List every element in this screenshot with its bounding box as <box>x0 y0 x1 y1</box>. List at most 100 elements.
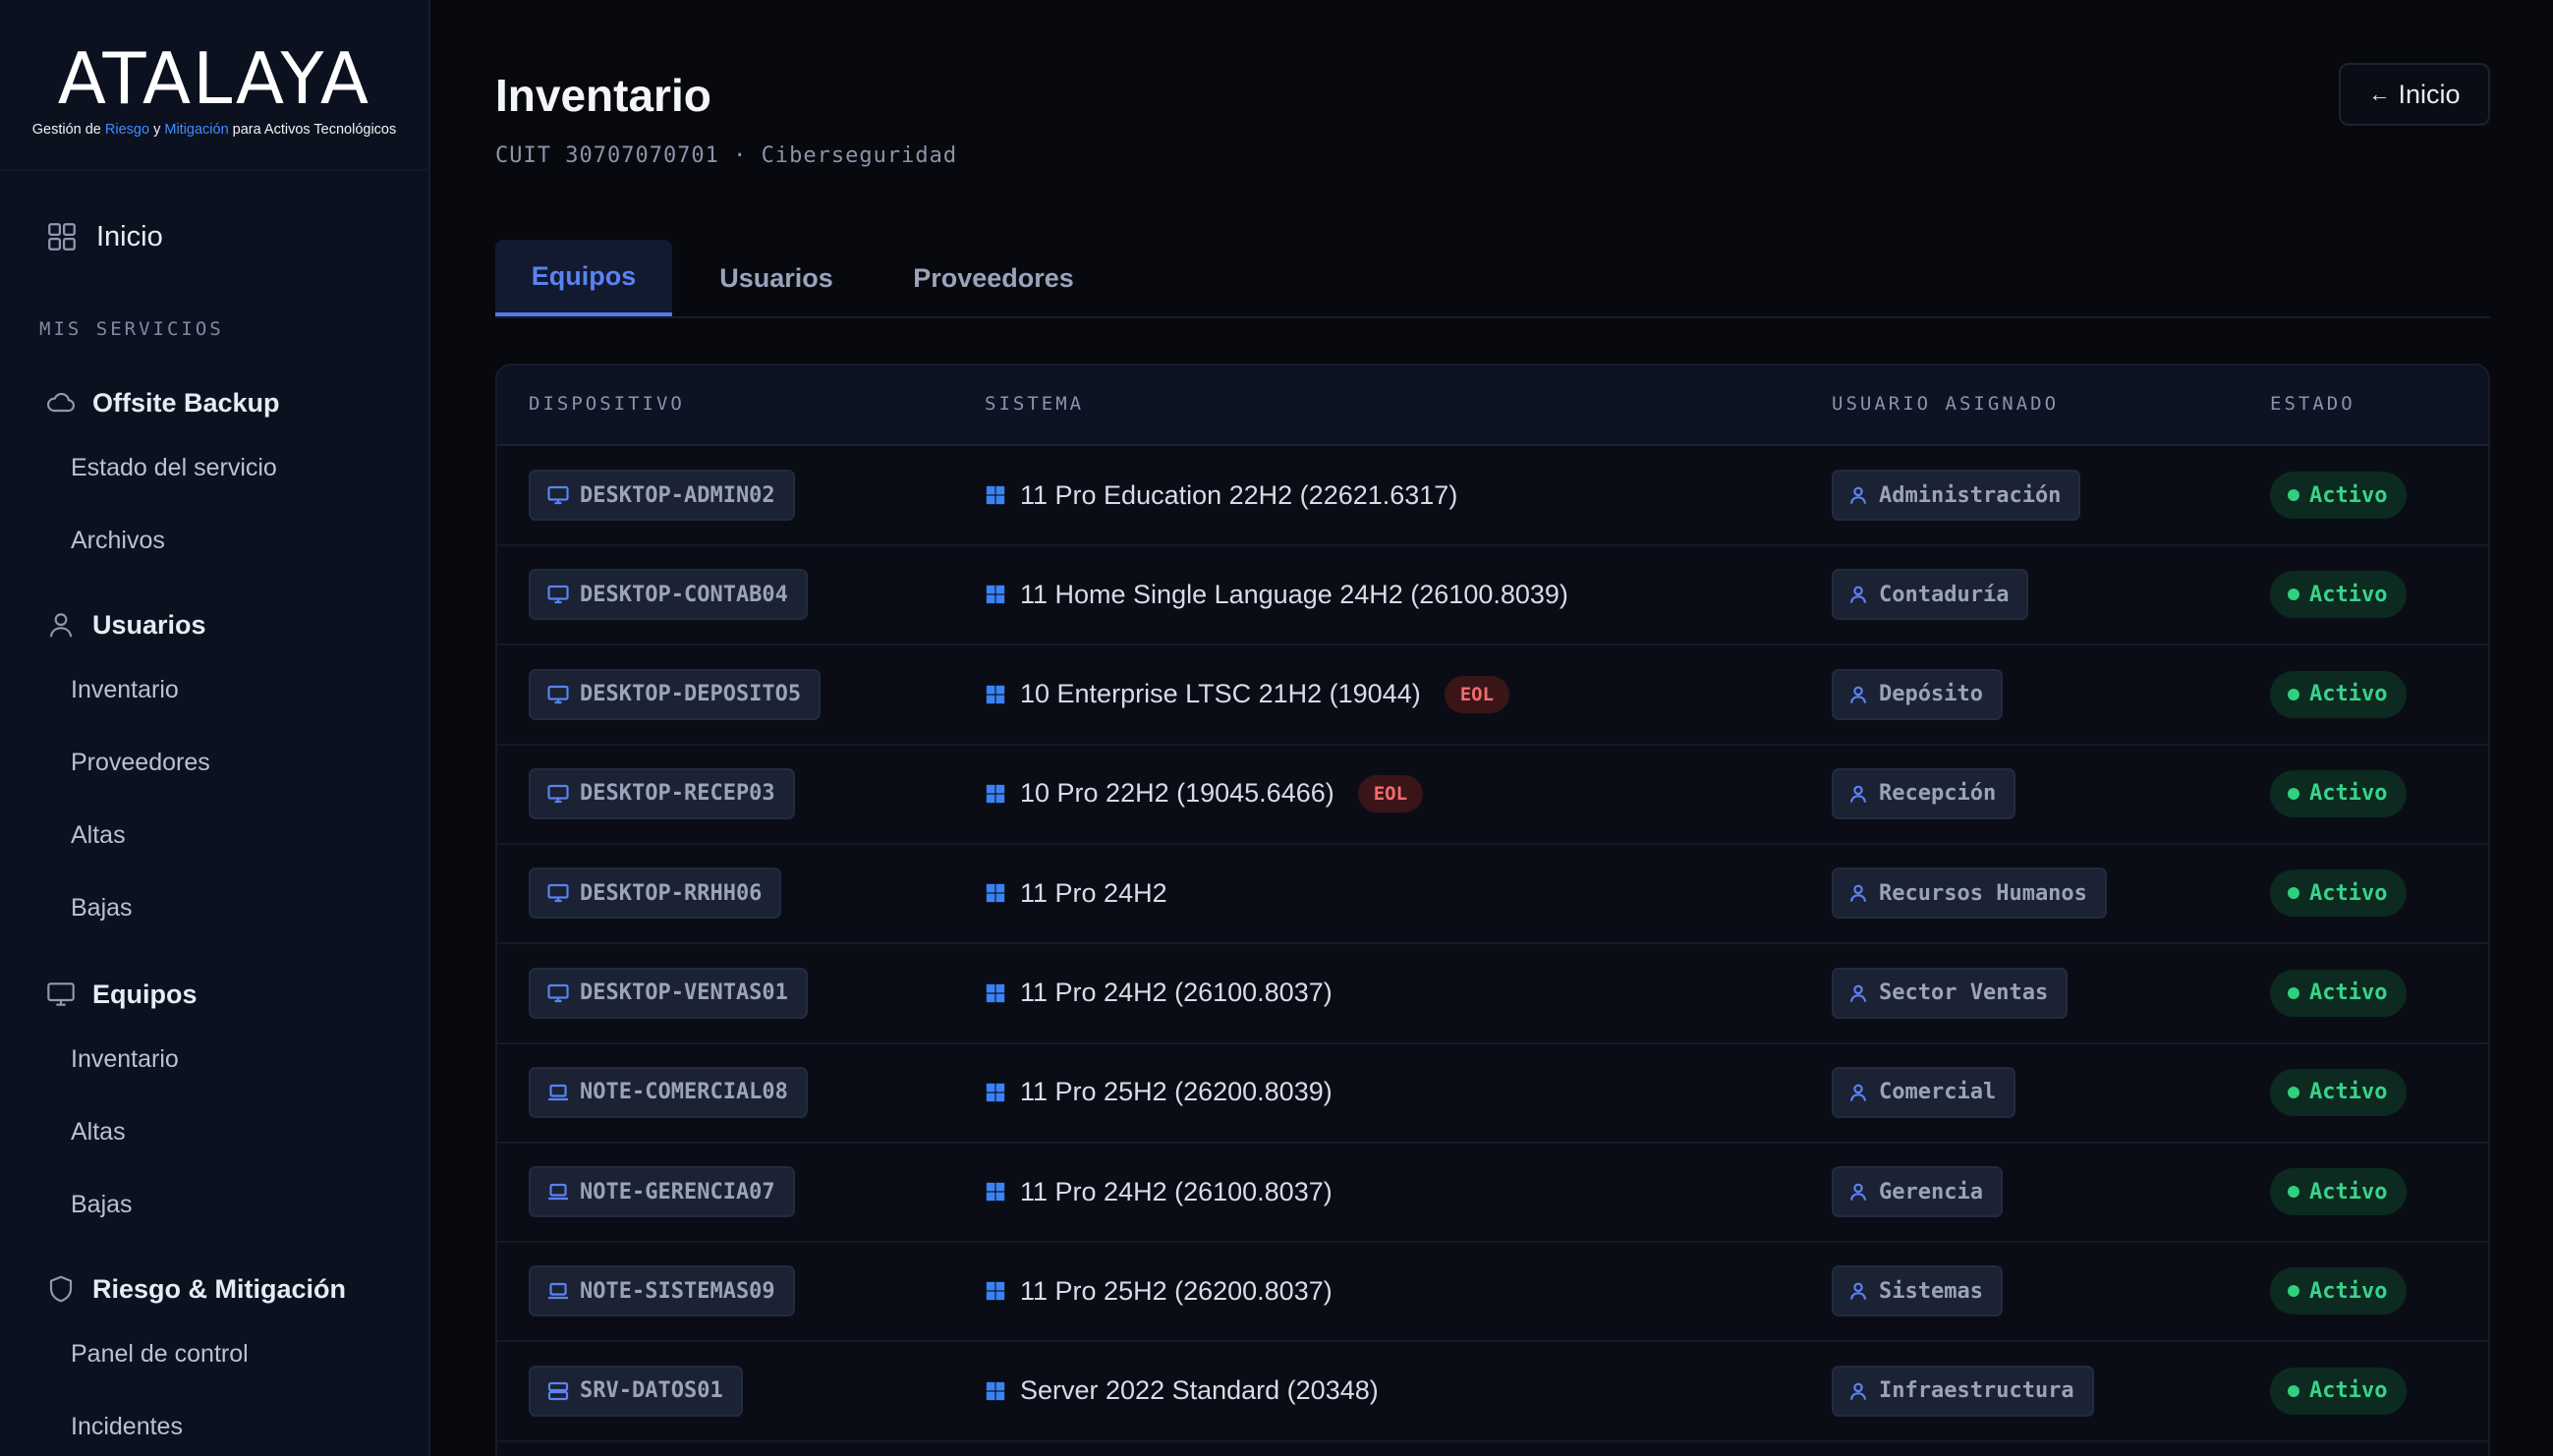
sidebar-item-usuarios-inventario[interactable]: Inventario <box>71 676 179 704</box>
equipment-table: DISPOSITIVO SISTEMA USUARIO ASIGNADO EST… <box>495 364 2490 1456</box>
user-chip[interactable]: Recepción <box>1832 767 2016 819</box>
status-badge: Activo <box>2270 869 2408 918</box>
user-icon <box>1850 785 1866 803</box>
laptop-icon <box>548 1183 568 1201</box>
sidebar-item-archivos[interactable]: Archivos <box>71 527 165 555</box>
brand-tagline: Gestión de Riesgo y Mitigación para Acti… <box>31 122 397 138</box>
user-chip[interactable]: Recursos Humanos <box>1832 868 2107 920</box>
sidebar-item-usuarios-bajas[interactable]: Bajas <box>71 894 133 923</box>
laptop-icon <box>548 1283 568 1300</box>
status-badge: Activo <box>2270 969 2408 1017</box>
table-row[interactable]: NOTE-SISTEMAS09 11 Pro 25H2 (26200.8037) S… <box>497 1242 2488 1343</box>
user-icon <box>1850 686 1866 703</box>
brand-name: ATALAYA <box>57 37 371 120</box>
tab-proveedores[interactable]: Proveedores <box>880 240 1106 316</box>
windows-icon <box>986 884 1005 903</box>
device-chip[interactable]: SRV-DATOS01 <box>529 1365 743 1417</box>
user-icon <box>1850 1282 1866 1301</box>
user-chip[interactable]: Gerencia <box>1832 1166 2003 1218</box>
system-cell: 10 Pro 22H2 (19045.6466) EOL <box>985 745 1424 843</box>
system-cell: 10 Enterprise LTSC 21H2 (19044) EOL <box>985 645 1510 744</box>
device-chip[interactable]: DESKTOP-RRHH06 <box>529 868 782 920</box>
user-chip[interactable]: Depósito <box>1832 668 2003 720</box>
eol-badge: EOL <box>1444 675 1510 713</box>
windows-icon <box>986 685 1005 703</box>
sidebar-group-offsite-backup[interactable]: Offsite Backup <box>45 387 280 419</box>
table-row[interactable]: NOTE-GERENCIA07 11 Pro 24H2 (26100.8037) G… <box>497 1143 2488 1244</box>
system-cell: 11 Pro 24H2 <box>985 844 1167 942</box>
sidebar-item-equipos-bajas[interactable]: Bajas <box>71 1191 133 1219</box>
table-row[interactable]: DESKTOP-DEPOSITO5 10 Enterprise LTSC 21H2… <box>497 645 2488 746</box>
table-row[interactable]: DESKTOP-RECEP03 10 Pro 22H2 (19045.6466) E… <box>497 745 2488 845</box>
user-icon <box>1850 486 1866 504</box>
status-dot-icon <box>2288 489 2299 501</box>
user-chip[interactable]: Contaduría <box>1832 569 2029 621</box>
system-cell: 11 Pro 25H2 (26200.8037) <box>985 1242 1333 1340</box>
device-chip[interactable]: DESKTOP-CONTAB04 <box>529 569 808 621</box>
user-icon <box>1850 1183 1866 1201</box>
status-badge: Activo <box>2270 1267 2408 1316</box>
user-chip[interactable]: Infraestructura <box>1832 1365 2094 1417</box>
device-chip[interactable]: DESKTOP-ADMIN02 <box>529 470 795 521</box>
column-header-dispositivo: DISPOSITIVO <box>529 393 685 415</box>
device-chip[interactable]: DESKTOP-RECEP03 <box>529 767 795 819</box>
device-chip[interactable]: DESKTOP-DEPOSITO5 <box>529 668 822 720</box>
sidebar-group-equipos[interactable]: Equipos <box>45 979 198 1010</box>
user-chip[interactable]: Comercial <box>1832 1066 2016 1118</box>
arrow-left-icon: ← <box>2368 82 2391 106</box>
desktop-icon <box>547 884 569 903</box>
sidebar-item-usuarios-proveedores[interactable]: Proveedores <box>71 749 210 777</box>
sidebar-item-panel-control[interactable]: Panel de control <box>71 1340 249 1369</box>
sidebar-item-equipos-altas[interactable]: Altas <box>71 1118 126 1147</box>
column-header-estado: ESTADO <box>2270 393 2355 415</box>
user-icon <box>49 613 73 638</box>
system-cell: 11 Pro 24H2 (26100.8037) <box>985 944 1333 1042</box>
brand-logo[interactable]: ATALAYA Gestión de Riesgo y Mitigación p… <box>0 0 428 171</box>
windows-icon <box>986 1282 1005 1301</box>
device-chip[interactable]: NOTE-GERENCIA07 <box>529 1166 795 1218</box>
sidebar-item-estado-servicio[interactable]: Estado del servicio <box>71 454 277 482</box>
desktop-icon <box>547 485 569 505</box>
cloud-icon <box>47 392 75 413</box>
sidebar-item-incidentes[interactable]: Incidentes <box>71 1413 183 1441</box>
status-badge: Activo <box>2270 1068 2408 1116</box>
eol-badge: EOL <box>1357 774 1424 812</box>
laptop-icon <box>548 1084 568 1100</box>
user-chip[interactable]: Sector Ventas <box>1832 967 2069 1019</box>
user-icon <box>1850 1382 1866 1400</box>
device-chip[interactable]: DESKTOP-VENTAS01 <box>529 967 808 1019</box>
user-icon <box>1850 586 1866 604</box>
status-badge: Activo <box>2270 571 2408 619</box>
sidebar-group-usuarios[interactable]: Usuarios <box>45 609 206 641</box>
status-badge: Activo <box>2270 1168 2408 1216</box>
system-cell: 11 Pro 25H2 (26200.8039) <box>985 1043 1333 1142</box>
server-icon <box>547 1381 569 1400</box>
windows-icon <box>986 485 1005 505</box>
table-row[interactable]: DESKTOP-CONTAB04 11 Home Single Language … <box>497 545 2488 646</box>
user-chip[interactable]: Sistemas <box>1832 1265 2003 1317</box>
sidebar-group-riesgo[interactable]: Riesgo & Mitigación <box>45 1273 346 1305</box>
status-dot-icon <box>2288 1086 2299 1098</box>
monitor-icon <box>47 982 75 1006</box>
tab-usuarios[interactable]: Usuarios <box>684 240 869 316</box>
device-chip[interactable]: NOTE-COMERCIAL08 <box>529 1066 808 1118</box>
desktop-icon <box>547 685 569 703</box>
home-button[interactable]: ← Inicio <box>2339 63 2490 126</box>
sidebar-item-equipos-inventario[interactable]: Inventario <box>71 1045 179 1074</box>
table-row[interactable]: NOTE-COMERCIAL08 11 Pro 25H2 (26200.8039)… <box>497 1043 2488 1144</box>
status-dot-icon <box>2288 588 2299 601</box>
device-chip[interactable]: NOTE-SISTEMAS09 <box>529 1265 795 1317</box>
user-chip[interactable]: Administración <box>1832 470 2081 521</box>
user-icon <box>1850 1084 1866 1101</box>
sidebar-item-usuarios-altas[interactable]: Altas <box>71 821 126 850</box>
windows-icon <box>986 586 1005 604</box>
status-badge: Activo <box>2270 670 2408 718</box>
system-cell: Server 2022 Standard (20348) <box>985 1342 1379 1440</box>
table-row[interactable]: DESKTOP-ADMIN02 11 Pro Education 22H2 (22… <box>497 446 2488 546</box>
table-row[interactable]: DESKTOP-RRHH06 11 Pro 24H2 Recursos Humano… <box>497 844 2488 945</box>
table-row[interactable]: SRV-DATOS01 Server 2022 Standard (20348) I… <box>497 1342 2488 1442</box>
tab-equipos[interactable]: Equipos <box>495 240 672 316</box>
system-cell: 11 Pro 24H2 (26100.8037) <box>985 1143 1333 1241</box>
table-row[interactable]: DESKTOP-VENTAS01 11 Pro 24H2 (26100.8037)… <box>497 944 2488 1044</box>
sidebar-item-home[interactable]: Inicio <box>45 220 163 253</box>
